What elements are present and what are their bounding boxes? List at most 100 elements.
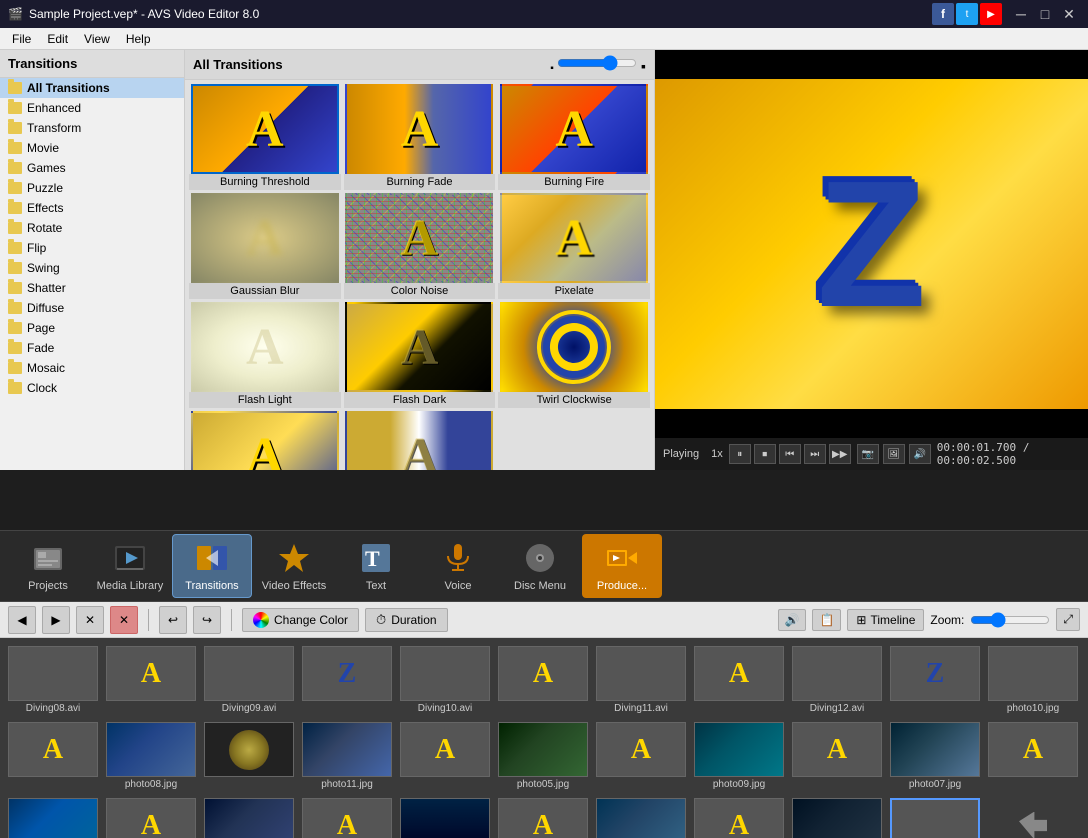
menu-edit[interactable]: Edit — [39, 30, 76, 48]
sidebar-item-enhanced[interactable]: Enhanced — [0, 98, 184, 118]
redo-button[interactable]: ↪ — [193, 606, 221, 634]
media-item-photo04[interactable]: photo04.jpg — [400, 798, 490, 838]
transition-item-twirl-clockwise[interactable]: Twirl Clockwise — [498, 302, 650, 408]
text-button[interactable]: T Text — [336, 534, 416, 598]
transition-item-row4a[interactable]: A Burn Out — [189, 411, 341, 470]
volume-icon-button[interactable]: 🔊 — [778, 609, 807, 631]
disc-menu-button[interactable]: Disc Menu — [500, 534, 580, 598]
sidebar-item-movie[interactable]: Movie — [0, 138, 184, 158]
sidebar-item-flip[interactable]: Flip — [0, 238, 184, 258]
youtube-icon[interactable]: ▶ — [980, 3, 1002, 25]
transition-item-burning-fade[interactable]: A Burning Fade — [344, 84, 496, 190]
thumb-size-slider[interactable] — [557, 55, 637, 71]
cancel-button[interactable]: ✕ — [110, 606, 138, 634]
sidebar-item-rotate[interactable]: Rotate — [0, 218, 184, 238]
stop-button[interactable]: ⏹ — [754, 444, 776, 464]
media-item-photo02[interactable]: photo02.jpg — [792, 798, 882, 838]
sidebar-item-swing[interactable]: Swing — [0, 258, 184, 278]
voice-button[interactable]: Voice — [418, 534, 498, 598]
volume-button[interactable]: 🔊 — [909, 444, 931, 464]
sidebar-item-games[interactable]: Games — [0, 158, 184, 178]
media-item-a5[interactable]: A — [400, 722, 490, 790]
media-item-diving12[interactable]: Diving12.avi — [792, 646, 882, 714]
media-item-a2[interactable]: A — [498, 646, 588, 714]
timeline-button[interactable]: ⊞ Timeline — [847, 609, 924, 631]
sidebar-item-mosaic[interactable]: Mosaic — [0, 358, 184, 378]
media-item-photo06[interactable]: photo06.jpg — [596, 798, 686, 838]
media-item-photo09[interactable]: photo09.jpg — [694, 722, 784, 790]
media-item-a8[interactable]: A — [988, 722, 1078, 790]
media-item-diving10[interactable]: Diving10.avi — [400, 646, 490, 714]
twitter-icon[interactable]: t — [956, 3, 978, 25]
media-item-a7[interactable]: A — [792, 722, 882, 790]
media-item-photo05[interactable]: photo05.jpg — [498, 722, 588, 790]
transition-item-flash-dark[interactable]: A Flash Dark — [344, 302, 496, 408]
media-item-diving09[interactable]: Diving09.avi — [204, 646, 294, 714]
transition-item-gaussian-blur[interactable]: A Gaussian Blur — [189, 193, 341, 299]
sidebar-item-transform[interactable]: Transform — [0, 118, 184, 138]
transition-item-burning-fire[interactable]: A Burning Fire — [498, 84, 650, 190]
undo-button[interactable]: ↩ — [159, 606, 187, 634]
snapshot-button[interactable]: 📷 — [857, 444, 879, 464]
forward-button[interactable]: ▶ — [42, 606, 70, 634]
media-item-photo01[interactable]: photo01.jpg — [8, 798, 98, 838]
facebook-icon[interactable]: f — [932, 3, 954, 25]
transition-item-color-noise[interactable]: A Color Noise — [344, 193, 496, 299]
media-item-z1[interactable]: Z — [302, 646, 392, 714]
media-item-diving11[interactable]: Diving11.avi — [596, 646, 686, 714]
media-item-diving08[interactable]: Diving08.avi — [8, 646, 98, 714]
media-item-a10[interactable]: A — [302, 798, 392, 838]
transition-item-row4b[interactable]: A White Flash — [344, 411, 496, 470]
produce-button[interactable]: Produce... — [582, 534, 662, 598]
media-item-a3[interactable]: A — [694, 646, 784, 714]
media-item-photo11[interactable]: photo11.jpg — [302, 722, 392, 790]
media-item-z2[interactable]: Z — [890, 646, 980, 714]
sidebar-item-diffuse[interactable]: Diffuse — [0, 298, 184, 318]
sidebar-item-effects[interactable]: Effects — [0, 198, 184, 218]
menu-view[interactable]: View — [76, 30, 118, 48]
projects-button[interactable]: Projects — [8, 534, 88, 598]
menu-help[interactable]: Help — [118, 30, 159, 48]
sidebar-item-page[interactable]: Page — [0, 318, 184, 338]
media-thumb: A — [106, 798, 196, 838]
sidebar-item-clock[interactable]: Clock — [0, 378, 184, 398]
media-item-photo10[interactable]: photo10.jpg — [988, 646, 1078, 714]
expand-button[interactable]: ⤢ — [1056, 608, 1080, 631]
zoom-slider[interactable] — [970, 612, 1050, 628]
media-item-a11[interactable]: A — [498, 798, 588, 838]
end-button[interactable]: ▶▶ — [829, 444, 851, 464]
screenshot-button[interactable]: 🖼 — [883, 444, 905, 464]
media-item-a6[interactable]: A — [596, 722, 686, 790]
prev-button[interactable]: ⏮ — [779, 444, 801, 464]
video-effects-button[interactable]: Video Effects — [254, 534, 334, 598]
media-item-circle1[interactable] — [204, 722, 294, 790]
transition-item-flash-light[interactable]: A Flash Light — [189, 302, 341, 408]
media-item-a9[interactable]: A — [106, 798, 196, 838]
sidebar-item-fade[interactable]: Fade — [0, 338, 184, 358]
delete-button[interactable]: ✕ — [76, 606, 104, 634]
sidebar-item-shatter[interactable]: Shatter — [0, 278, 184, 298]
pause-button[interactable]: ⏸ — [729, 444, 751, 464]
transition-item-burning-threshold[interactable]: A Burning Threshold — [189, 84, 341, 190]
timeline-view-button[interactable]: 📋 — [812, 609, 841, 631]
media-item-a12[interactable]: A — [694, 798, 784, 838]
menu-file[interactable]: File — [4, 30, 39, 48]
transitions-button[interactable]: Transitions — [172, 534, 252, 598]
media-library-button[interactable]: Media Library — [90, 534, 170, 598]
media-item-a1[interactable]: A — [106, 646, 196, 714]
media-item-photo08[interactable]: photo08.jpg — [106, 722, 196, 790]
media-item-photo03[interactable]: photo03.jpg — [204, 798, 294, 838]
back-button[interactable]: ◀ — [8, 606, 36, 634]
sidebar-item-all-transitions[interactable]: All Transitions — [0, 78, 184, 98]
duration-button[interactable]: ⏱ Duration — [365, 608, 448, 632]
sidebar-item-puzzle[interactable]: Puzzle — [0, 178, 184, 198]
media-item-a4[interactable]: A — [8, 722, 98, 790]
close-button[interactable]: ✕ — [1058, 3, 1080, 25]
next-button[interactable]: ⏭ — [804, 444, 826, 464]
minimize-button[interactable]: ─ — [1010, 3, 1032, 25]
transition-item-pixelate[interactable]: A Pixelate — [498, 193, 650, 299]
media-item-photo07[interactable]: photo07.jpg — [890, 722, 980, 790]
restore-button[interactable]: □ — [1034, 3, 1056, 25]
change-color-button[interactable]: Change Color — [242, 608, 359, 632]
media-item-black-rect[interactable]: (0, 0, 0) — [890, 798, 980, 838]
